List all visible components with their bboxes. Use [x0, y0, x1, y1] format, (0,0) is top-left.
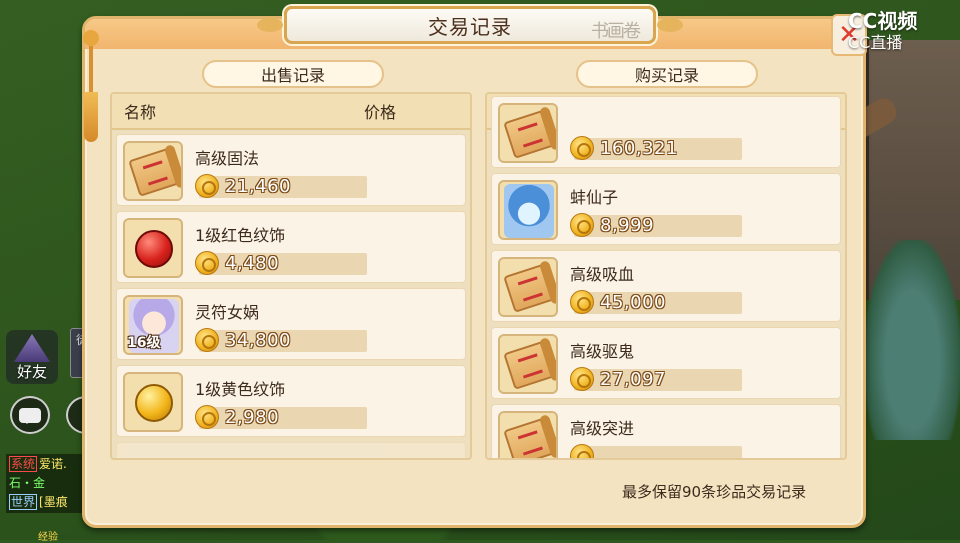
- watermark-line1: CC视频: [848, 9, 918, 33]
- gold-coin-icon: [570, 367, 594, 391]
- friends-button[interactable]: 好友: [6, 330, 58, 384]
- price-value: 4,480: [225, 253, 280, 274]
- item-icon-frame: [498, 257, 558, 317]
- gold-coin-icon: [570, 290, 594, 314]
- column-name-header: 名称: [124, 103, 157, 122]
- price-bar: 45,000: [570, 290, 742, 314]
- price-value: 2,980: [225, 407, 280, 428]
- sell-record-row[interactable]: 高级固法 21,460: [116, 134, 466, 206]
- buy-record-row[interactable]: 高级驱鬼 27,097: [491, 327, 841, 399]
- red-gem-icon: [135, 230, 173, 268]
- skill-book-icon: [503, 340, 556, 390]
- column-price-header: 价格: [363, 103, 396, 122]
- chat-channel: 系统: [9, 456, 38, 472]
- xp-label: 经验: [38, 532, 58, 543]
- item-icon-frame: [498, 180, 558, 240]
- item-name: 高级吸血: [570, 265, 635, 284]
- yellow-gem-icon: [135, 384, 173, 422]
- panel-title: 交易记录: [428, 14, 512, 39]
- price-bar: 21,460: [195, 174, 367, 198]
- gold-coin-icon: [570, 213, 594, 237]
- friends-label: 好友: [16, 363, 47, 381]
- item-icon-frame: [498, 334, 558, 394]
- price-bar: 34,800: [195, 328, 367, 352]
- price-bar: 8,999: [570, 213, 742, 237]
- chat-text: 爱诺.: [39, 457, 67, 471]
- buy-record-header: 购买记录: [576, 60, 758, 88]
- pet-bangxianzi-icon: [504, 184, 554, 238]
- skill-book-icon: [503, 263, 556, 313]
- skill-book-icon: [503, 109, 556, 159]
- item-icon-frame: [123, 372, 183, 432]
- chat-line: 系统 爱诺.: [9, 455, 91, 474]
- chat-channel: 世界: [9, 494, 38, 510]
- price-value: 27,097: [600, 369, 666, 390]
- gold-coin-icon: [570, 136, 594, 160]
- chat-bubble-icon: [19, 407, 41, 424]
- sell-record-row[interactable]: 16级 灵符女娲 34,800: [116, 288, 466, 360]
- buy-record-row[interactable]: 高级突进: [491, 404, 841, 458]
- sell-record-row[interactable]: 1级黄色纹饰 2,980: [116, 365, 466, 437]
- chat-line: 石・金: [9, 474, 91, 493]
- record-limit-note: 最多保留90条珍品交易记录: [622, 483, 807, 501]
- item-name: 蚌仙子: [570, 188, 619, 207]
- item-icon-frame: [123, 218, 183, 278]
- price-bar: 160,321: [570, 136, 742, 160]
- pet-level: 16级: [127, 335, 161, 351]
- watermark-line2: CC直播: [848, 33, 903, 52]
- price-bar: 27,097: [570, 367, 742, 391]
- gold-coin-icon: [195, 328, 219, 352]
- cc-watermark: CC视频 CC直播: [848, 10, 917, 54]
- price-value: 160,321: [600, 138, 678, 159]
- buy-record-row[interactable]: 蚌仙子 8,999: [491, 173, 841, 245]
- gold-coin-icon: [195, 174, 219, 198]
- sell-record-row[interactable]: 1级红色纹饰 4,480: [116, 211, 466, 283]
- gold-coin-icon: [570, 444, 594, 458]
- chat-text: [墨痕: [39, 495, 68, 509]
- friend-avatar-icon: [14, 334, 50, 362]
- sell-list-column-headers: 名称 价格: [112, 94, 470, 130]
- item-name: 1级红色纹饰: [195, 226, 286, 245]
- background-pond: [865, 240, 960, 440]
- item-name: 1级黄色纹饰: [195, 380, 286, 399]
- title-calligraphy-decoration: 书画卷: [591, 21, 641, 42]
- price-bar: 2,980: [195, 405, 367, 429]
- price-value: 34,800: [225, 330, 291, 351]
- tassel-ornament: [80, 30, 102, 160]
- buy-record-row[interactable]: 高级吸血 45,000: [491, 250, 841, 322]
- skill-book-icon: [128, 147, 181, 197]
- item-name: 高级固法: [195, 149, 260, 168]
- chat-text: 石・金: [9, 476, 46, 490]
- price-value: 21,460: [225, 176, 291, 197]
- price-value: 45,000: [600, 292, 666, 313]
- item-name: 高级驱鬼: [570, 342, 635, 361]
- gold-coin-icon: [195, 405, 219, 429]
- item-name: 灵符女娲: [195, 303, 260, 322]
- item-name: 高级突进: [570, 419, 635, 438]
- chat-log[interactable]: 系统 爱诺. 石・金 世界 [墨痕: [6, 454, 94, 513]
- price-bar: [570, 444, 742, 458]
- gold-coin-icon: [195, 251, 219, 275]
- buy-record-list[interactable]: 名称 花费 160,321 蚌仙子 8,999 高级吸血 45,000 高级驱鬼…: [485, 92, 847, 460]
- panel-title-plate: 交易记录 书画卷: [257, 6, 683, 44]
- item-icon-frame: [498, 103, 558, 163]
- item-icon-frame: [498, 411, 558, 458]
- sell-record-list[interactable]: 名称 价格 高级固法 21,460 1级红色纹饰 4,480 16级 灵符女娲 …: [110, 92, 472, 460]
- sell-record-header: 出售记录: [202, 60, 384, 88]
- item-icon-frame: [123, 141, 183, 201]
- sell-record-row-partial[interactable]: [116, 442, 466, 458]
- price-bar: 4,480: [195, 251, 367, 275]
- chat-button[interactable]: [10, 396, 50, 434]
- price-value: 8,999: [600, 215, 655, 236]
- item-icon-frame: 16级: [123, 295, 183, 355]
- skill-book-icon: [503, 417, 556, 458]
- buy-record-row[interactable]: 160,321: [491, 96, 841, 168]
- chat-line: 世界 [墨痕: [9, 493, 91, 512]
